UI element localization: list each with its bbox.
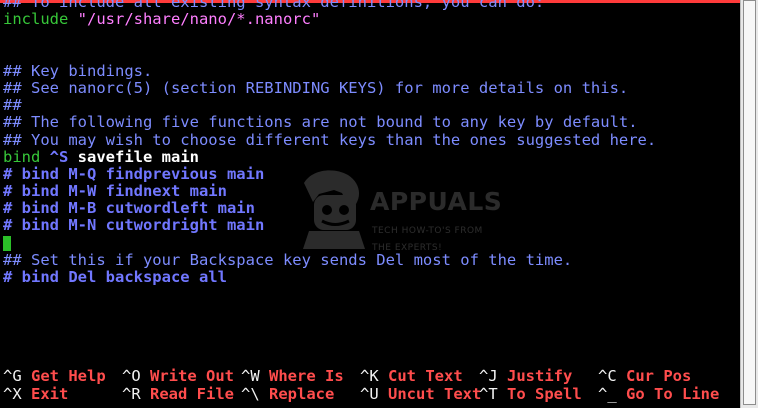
shortcut-key: ^T bbox=[479, 384, 498, 403]
editor-line: ## Key bindings. bbox=[3, 61, 741, 80]
shortcut-key: ^X bbox=[3, 384, 22, 403]
shortcut-label: To Spell bbox=[507, 384, 582, 403]
editor-text-segment: # bind M-N cutwordright main bbox=[3, 216, 265, 235]
shortcut-key: ^C bbox=[598, 367, 617, 385]
shortcut-label: Cut Text bbox=[388, 367, 463, 385]
nano-shortcut-bar: ^G Get Help ^O Write Out ^W Where Is ^K Cut… bbox=[3, 367, 738, 406]
shortcut-to-spell[interactable]: ^T To Spell bbox=[479, 384, 582, 404]
shortcut-spacer bbox=[22, 367, 31, 385]
editor-text-segment: include bbox=[3, 10, 78, 29]
editor-lines: ## To include all existing syntax defini… bbox=[3, 0, 741, 286]
editor-text-segment: "/usr/share/nano/*.nanorc" bbox=[77, 10, 321, 29]
editor-line: # bind M-B cutwordleft main bbox=[3, 200, 741, 217]
editor-text-segment: ## bbox=[3, 96, 22, 115]
shortcut-spacer bbox=[379, 367, 388, 385]
shortcut-key: ^\ bbox=[241, 384, 260, 403]
shortcut-go-to-line[interactable]: ^_ Go To Line bbox=[598, 384, 720, 404]
shortcut-key: ^G bbox=[3, 367, 22, 385]
shortcut-label: Justify bbox=[507, 367, 573, 385]
shortcut-row-1: ^G Get Help ^O Write Out ^W Where Is ^K Cut… bbox=[3, 367, 738, 386]
editor-text-segment: savefile main bbox=[68, 147, 199, 166]
editor-text-segment: ## The following five functions are not … bbox=[3, 113, 638, 132]
shortcut-label: Cur Pos bbox=[626, 367, 692, 385]
shortcut-justify[interactable]: ^J Justify bbox=[479, 367, 573, 386]
shortcut-key: ^R bbox=[122, 384, 141, 403]
shortcut-label: Where Is bbox=[269, 367, 344, 385]
editor-line: # bind M-W findnext main bbox=[3, 182, 741, 201]
shortcut-spacer bbox=[22, 385, 31, 403]
shortcut-cut-text[interactable]: ^K Cut Text bbox=[360, 367, 463, 386]
shortcut-spacer bbox=[617, 385, 626, 403]
editor-text-segment: # bind M-Q findprevious main bbox=[3, 164, 265, 183]
shortcut-label: Get Help bbox=[31, 367, 106, 385]
shortcut-spacer bbox=[379, 385, 388, 403]
shortcut-spacer bbox=[141, 367, 150, 385]
shortcut-spacer bbox=[498, 367, 507, 385]
shortcut-spacer bbox=[141, 385, 150, 403]
shortcut-read-file[interactable]: ^R Read File bbox=[122, 384, 235, 404]
editor-line: ## bbox=[3, 97, 741, 114]
shortcut-get-help[interactable]: ^G Get Help bbox=[3, 367, 106, 386]
editor-line: # bind M-Q findprevious main bbox=[3, 164, 741, 183]
editor-text-segment: # bind Del backspace all bbox=[3, 268, 227, 286]
shortcut-row-2: ^X Exit ^R Read File ^\ Replace ^U Uncut Te… bbox=[3, 384, 738, 404]
shortcut-label: Go To Line bbox=[626, 384, 720, 403]
shortcut-where-is[interactable]: ^W Where Is bbox=[241, 367, 344, 386]
shortcut-exit[interactable]: ^X Exit bbox=[3, 384, 69, 404]
shortcut-spacer bbox=[260, 367, 269, 385]
editor-line: # bind M-N cutwordright main bbox=[3, 217, 741, 234]
editor-line: ## See nanorc(5) (section REBINDING KEYS… bbox=[3, 78, 741, 97]
editor-text-segment: ^S bbox=[49, 147, 69, 166]
editor-text-segment: ## You may wish to choose different keys… bbox=[3, 130, 657, 149]
shortcut-spacer bbox=[498, 385, 507, 403]
shortcut-label: Replace bbox=[269, 384, 335, 403]
editor-text-segment: # bind M-B cutwordleft main bbox=[3, 199, 255, 218]
editor-line: ## Set this if your Backspace key sends … bbox=[3, 250, 741, 269]
shortcut-write-out[interactable]: ^O Write Out bbox=[122, 367, 235, 386]
editor-text-segment: ## See nanorc(5) (section REBINDING KEYS… bbox=[3, 78, 629, 97]
shortcut-spacer bbox=[617, 367, 626, 385]
editor-line: include "/usr/share/nano/*.nanorc" bbox=[3, 11, 741, 28]
shortcut-key: ^J bbox=[479, 367, 498, 385]
shortcut-label: Exit bbox=[31, 384, 69, 403]
nano-editor-text-area[interactable]: ## To include all existing syntax defini… bbox=[3, 0, 741, 364]
scrollbar-thumb[interactable] bbox=[743, 0, 756, 405]
editor-text-segment: bind bbox=[3, 147, 50, 166]
shortcut-uncut-text[interactable]: ^U Uncut Text bbox=[360, 384, 482, 404]
shortcut-key: ^K bbox=[360, 367, 379, 385]
shortcut-label: Uncut Text bbox=[388, 384, 482, 403]
editor-text-segment: ## Set this if your Backspace key sends … bbox=[3, 250, 573, 269]
shortcut-key: ^O bbox=[122, 367, 141, 385]
shortcut-key: ^_ bbox=[598, 384, 617, 403]
editor-line: ## The following five functions are not … bbox=[3, 114, 741, 131]
editor-text-segment: # bind M-W findnext main bbox=[3, 182, 227, 201]
shortcut-key: ^U bbox=[360, 384, 379, 403]
editor-line bbox=[3, 235, 741, 252]
shortcut-label: Read File bbox=[150, 384, 235, 403]
vertical-scrollbar[interactable] bbox=[740, 0, 758, 408]
shortcut-spacer bbox=[260, 385, 269, 403]
shortcut-key: ^W bbox=[241, 367, 260, 385]
shortcut-label: Write Out bbox=[150, 367, 235, 385]
editor-line: bind ^S savefile main bbox=[3, 147, 741, 166]
shortcut-cur-pos[interactable]: ^C Cur Pos bbox=[598, 367, 692, 386]
shortcut-replace[interactable]: ^\ Replace bbox=[241, 384, 335, 404]
editor-line: # bind Del backspace all bbox=[3, 268, 741, 286]
text-cursor bbox=[3, 235, 11, 251]
editor-line: ## You may wish to choose different keys… bbox=[3, 130, 741, 149]
editor-text-segment: ## Key bindings. bbox=[3, 61, 153, 80]
